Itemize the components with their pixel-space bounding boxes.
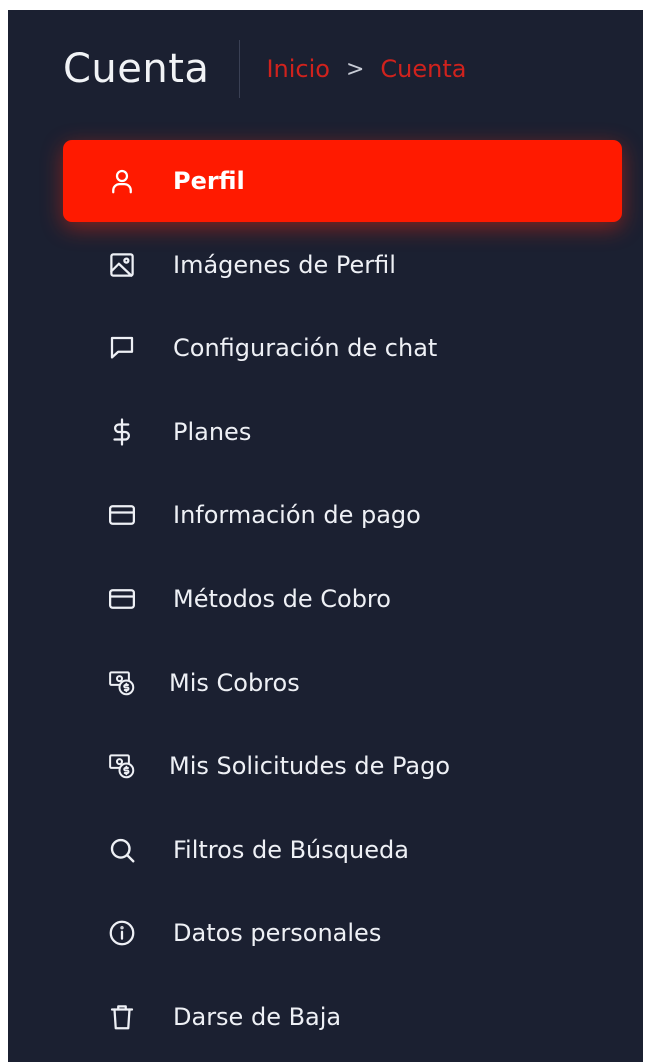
menu-item-label: Configuración de chat <box>173 334 438 363</box>
menu-item-planes[interactable]: Planes <box>63 391 622 473</box>
credit-card-icon <box>107 500 137 530</box>
dollar-icon <box>107 417 137 447</box>
menu-item-mis-cobros[interactable]: Mis Cobros <box>63 642 622 724</box>
menu-item-label: Planes <box>173 417 252 446</box>
menu-item-datos-personales[interactable]: Datos personales <box>63 892 622 974</box>
menu-item-label: Información de pago <box>173 501 421 530</box>
menu-item-label: Métodos de Cobro <box>173 584 391 613</box>
menu-item-label: Filtros de Búsqueda <box>173 835 409 864</box>
account-sidebar: Cuenta Inicio > Cuenta Perfil Imágenes d… <box>8 10 643 1062</box>
page-header: Cuenta Inicio > Cuenta <box>63 40 466 98</box>
money-bill-icon <box>107 751 137 781</box>
menu-item-informacion-de-pago[interactable]: Información de pago <box>63 474 622 556</box>
trash-icon <box>107 1002 137 1032</box>
breadcrumb-current: Cuenta <box>380 55 467 83</box>
menu-item-mis-solicitudes-de-pago[interactable]: Mis Solicitudes de Pago <box>63 725 622 807</box>
breadcrumb-home-link[interactable]: Inicio <box>266 55 330 83</box>
header-divider <box>239 40 241 98</box>
menu-item-configuracion-de-chat[interactable]: Configuración de chat <box>63 307 622 389</box>
menu-item-label: Datos personales <box>173 919 382 948</box>
credit-card-icon <box>107 584 137 614</box>
account-menu: Perfil Imágenes de Perfil Configuración … <box>63 140 622 1060</box>
menu-item-metodos-de-cobro[interactable]: Métodos de Cobro <box>63 558 622 640</box>
page-title: Cuenta <box>63 46 210 92</box>
menu-item-perfil[interactable]: Perfil <box>63 140 622 222</box>
menu-item-label: Perfil <box>173 167 245 195</box>
breadcrumb-separator: > <box>345 56 365 82</box>
user-icon <box>107 166 137 196</box>
chat-icon <box>107 333 137 363</box>
money-bill-icon <box>107 668 137 698</box>
menu-item-label: Imágenes de Perfil <box>173 250 396 279</box>
menu-item-label: Darse de Baja <box>173 1002 342 1031</box>
breadcrumb: Inicio > Cuenta <box>266 55 466 83</box>
menu-item-label: Mis Solicitudes de Pago <box>169 752 451 781</box>
info-icon <box>107 918 137 948</box>
menu-item-filtros-de-busqueda[interactable]: Filtros de Búsqueda <box>63 809 622 891</box>
menu-item-darse-de-baja[interactable]: Darse de Baja <box>63 976 622 1058</box>
menu-item-imagenes-de-perfil[interactable]: Imágenes de Perfil <box>63 224 622 306</box>
image-icon <box>107 250 137 280</box>
menu-item-label: Mis Cobros <box>169 668 300 697</box>
search-icon <box>107 835 137 865</box>
